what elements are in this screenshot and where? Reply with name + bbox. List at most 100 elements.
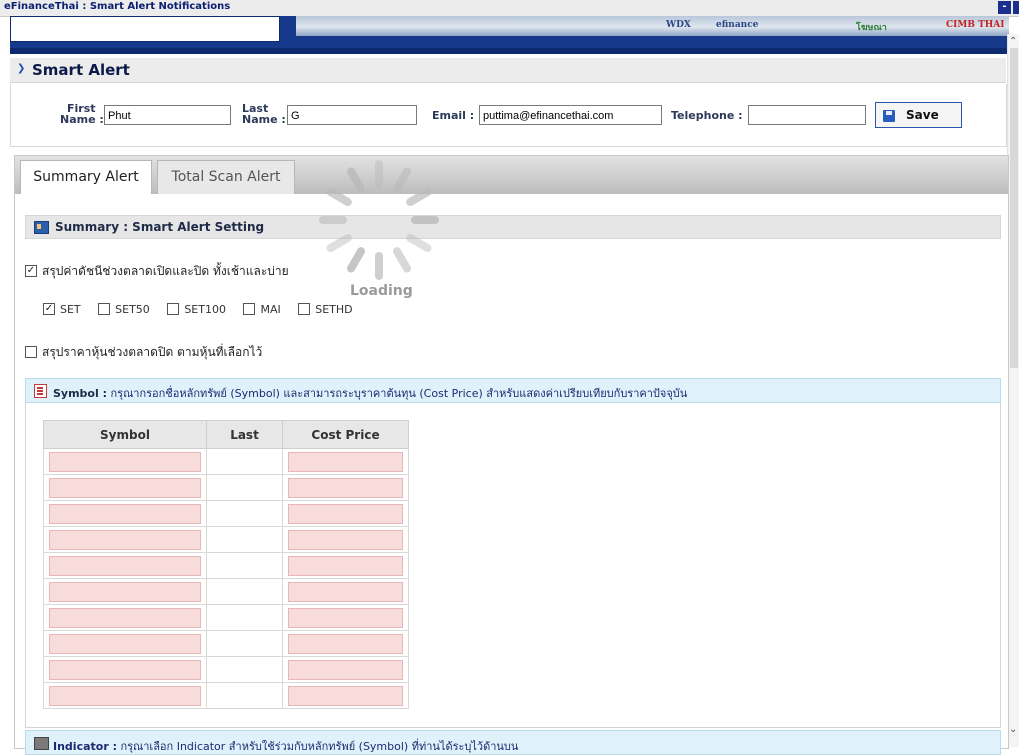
tab-summary-alert[interactable]: Summary Alert (20, 160, 152, 194)
window-title: eFinanceThai : Smart Alert Notifications (4, 1, 231, 12)
checkbox-index-summary[interactable]: ✓ (25, 264, 37, 277)
symbol-input[interactable] (49, 477, 201, 498)
symbol-info-description: กรุณากรอกชื่อหลักทรัพย์ (Symbol) และสามา… (107, 387, 688, 400)
table-row (43, 474, 409, 501)
column-header-cost-price: Cost Price (282, 420, 409, 449)
symbol-input[interactable] (49, 633, 201, 654)
cost-price-input[interactable] (288, 633, 403, 654)
banner-logo[interactable]: efinance (716, 20, 758, 32)
cost-price-cell (282, 474, 409, 501)
contact-card-icon (34, 221, 49, 234)
scrollbar-thumb[interactable] (1010, 48, 1018, 368)
last-price-cell (206, 656, 283, 683)
checkbox-mai[interactable] (243, 303, 256, 315)
spinner-petal (345, 166, 367, 195)
last-name-input[interactable]: G (287, 105, 417, 125)
cost-price-input[interactable] (288, 607, 403, 628)
summary-setting-title: Summary : Smart Alert Setting (55, 220, 265, 234)
indicator-info-bar: Indicator : กรุณาเลือก Indicator สำหรับใ… (25, 730, 1001, 755)
symbol-input[interactable] (49, 607, 201, 628)
loading-spinner-icon (318, 158, 446, 282)
symbol-cell (43, 604, 207, 631)
cost-price-cell (282, 604, 409, 631)
index-option-label: SET100 (184, 303, 226, 316)
save-button[interactable]: Save (875, 102, 962, 128)
spinner-petal (375, 160, 383, 188)
cost-price-input[interactable] (288, 451, 403, 472)
alert-tab-panel: Summary Alert Total Scan Alert Summary :… (14, 155, 1009, 755)
index-option-set100[interactable]: SET100 (167, 303, 226, 316)
checkbox-set50[interactable] (98, 303, 111, 315)
last-price-cell (206, 682, 283, 709)
banner-logo[interactable]: CIMB THAI (946, 20, 1004, 32)
index-option-set[interactable]: ✓ SET (43, 303, 81, 316)
email-label: Email : (432, 109, 475, 122)
cost-price-input[interactable] (288, 503, 403, 524)
spinner-petal (345, 245, 367, 274)
column-header-symbol: Symbol (43, 420, 207, 449)
banner-logo[interactable]: โฆษณา (856, 20, 887, 33)
cost-price-input[interactable] (288, 477, 403, 498)
index-option-set50[interactable]: SET50 (98, 303, 150, 316)
symbol-info-text: Symbol : กรุณากรอกชื่อหลักทรัพย์ (Symbol… (53, 384, 687, 402)
opt-index-summary[interactable]: ✓ สรุปค่าดัชนีช่วงตลาดเปิดและปิด ทั้งเช้า… (25, 262, 289, 281)
cost-price-cell (282, 682, 409, 709)
cost-price-cell (282, 656, 409, 683)
summary-setting-bar: Summary : Smart Alert Setting (25, 215, 1001, 239)
checkbox-sethd[interactable] (298, 303, 311, 315)
cost-price-input[interactable] (288, 529, 403, 550)
symbol-input[interactable] (49, 529, 201, 550)
window-titlebar: eFinanceThai : Smart Alert Notifications… (0, 0, 1019, 17)
telephone-label: Telephone : (671, 109, 743, 122)
table-row (43, 526, 409, 553)
symbol-info-title: Symbol : (53, 387, 107, 400)
list-icon (34, 384, 47, 398)
checkbox-set[interactable]: ✓ (43, 303, 55, 315)
symbol-input[interactable] (49, 581, 201, 602)
banner-divider (10, 48, 1009, 54)
cost-price-cell (282, 526, 409, 553)
scroll-up-icon[interactable]: ⌃ (1009, 36, 1017, 47)
table-row (43, 682, 409, 709)
telephone-input[interactable] (748, 105, 866, 125)
symbol-cell (43, 656, 207, 683)
email-input[interactable]: puttima@efinancethai.com (479, 105, 662, 125)
symbol-input[interactable] (49, 451, 201, 472)
symbol-cell (43, 474, 207, 501)
cost-price-cell (282, 500, 409, 527)
last-price-cell (206, 578, 283, 605)
save-button-label: Save (906, 108, 939, 122)
index-option-sethd[interactable]: SETHD (298, 303, 353, 316)
minimize-button[interactable]: - (998, 1, 1011, 14)
banner-search-box[interactable] (10, 16, 280, 42)
banner-logo[interactable]: WDX (666, 20, 691, 32)
last-price-cell (206, 552, 283, 579)
symbol-input[interactable] (49, 659, 201, 680)
symbol-input[interactable] (49, 685, 201, 706)
index-option-label: SETHD (315, 303, 353, 316)
cost-price-input[interactable] (288, 685, 403, 706)
cost-price-input[interactable] (288, 555, 403, 576)
opt-index-summary-label: สรุปค่าดัชนีช่วงตลาดเปิดและปิด ทั้งเช้าแ… (42, 264, 289, 278)
last-price-cell (206, 474, 283, 501)
checkbox-stock-close-summary[interactable] (25, 345, 37, 358)
symbol-input[interactable] (49, 503, 201, 524)
maximize-button[interactable] (1013, 1, 1019, 14)
spinner-petal (404, 232, 433, 254)
tab-bar: Summary Alert Total Scan Alert (15, 156, 1008, 194)
symbol-cell (43, 578, 207, 605)
cost-price-input[interactable] (288, 581, 403, 602)
first-name-input[interactable]: Phut (104, 105, 231, 125)
checkbox-set100[interactable] (167, 303, 180, 315)
cost-price-input[interactable] (288, 659, 403, 680)
index-option-label: SET (60, 303, 81, 316)
spinner-petal (325, 232, 354, 254)
symbol-input[interactable] (49, 555, 201, 576)
index-option-mai[interactable]: MAI (243, 303, 281, 316)
tab-total-scan-alert[interactable]: Total Scan Alert (157, 160, 295, 194)
last-name-label: Last Name : (242, 103, 286, 125)
scroll-down-icon[interactable]: ⌄ (1009, 724, 1017, 735)
cost-price-cell (282, 448, 409, 475)
opt-stock-close-summary[interactable]: สรุปราคาหุ้นช่วงตลาดปิด ตามหุ้นที่เลือกไ… (25, 343, 262, 362)
cost-price-cell (282, 578, 409, 605)
